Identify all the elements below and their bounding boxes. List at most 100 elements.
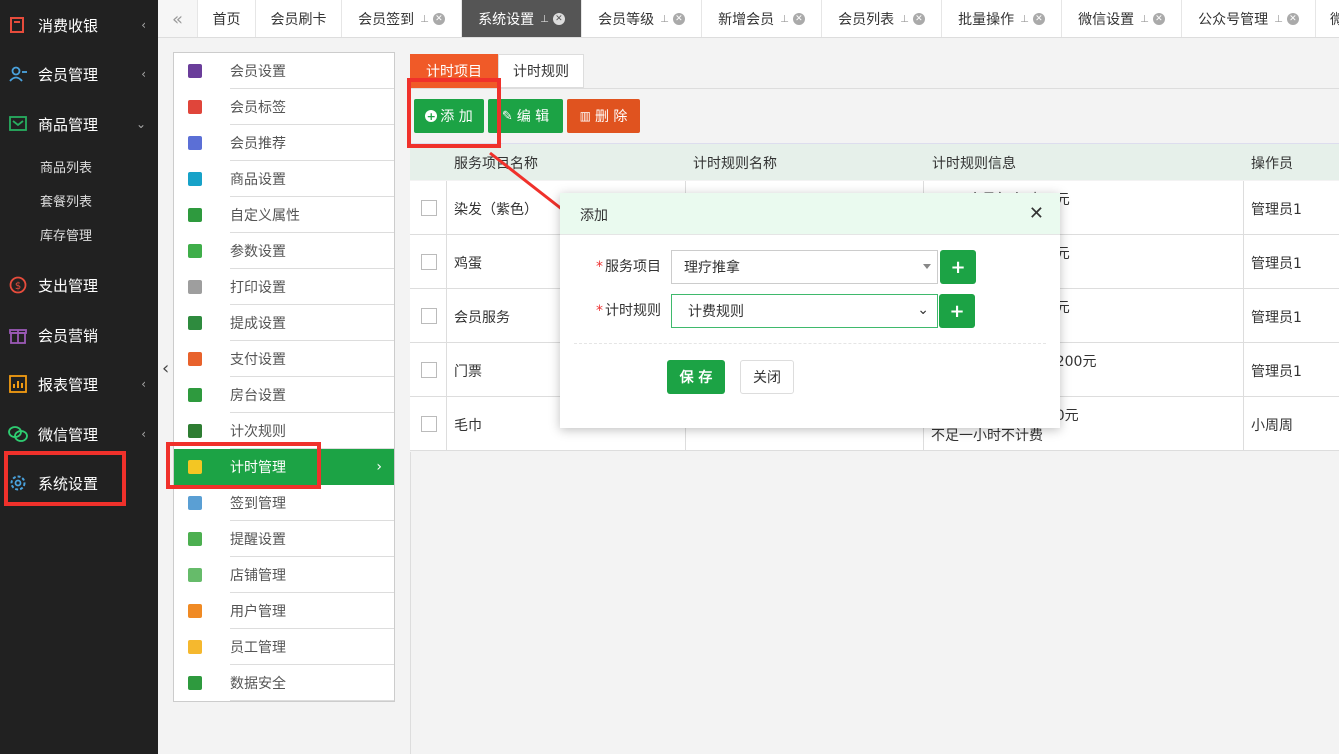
tab-home[interactable]: 首页	[198, 0, 256, 37]
field-label: 服务项目	[605, 259, 661, 275]
column-divider	[1243, 235, 1244, 289]
row-checkbox[interactable]	[421, 308, 437, 324]
settings-menu-item[interactable]: 提醒设置	[174, 521, 394, 557]
settings-menu-item[interactable]: 参数设置	[174, 233, 394, 269]
service-item-label: * 服务项目	[596, 256, 661, 276]
members-icon	[8, 64, 28, 84]
settings-menu-item[interactable]: 数据安全	[174, 665, 394, 701]
settings-menu-item[interactable]: 会员标签	[174, 89, 394, 125]
settings-item-label: 店铺管理	[230, 568, 286, 584]
sidebar-item-label: 微信管理	[38, 425, 99, 444]
close-icon[interactable]: ✕	[912, 13, 925, 25]
sidebar-item-members[interactable]: 会员管理 ‹	[0, 50, 158, 98]
settings-item-icon	[188, 208, 202, 222]
settings-item-icon	[188, 388, 202, 402]
row-checkbox[interactable]	[421, 362, 437, 378]
service-name-cell: 门票	[454, 364, 482, 380]
tab-wechat-settings[interactable]: 微信设置 ⊥ ✕	[1062, 0, 1182, 37]
sidebar-item-cashier[interactable]: 消费收银 ‹	[0, 1, 158, 49]
close-icon[interactable]: ✕	[792, 13, 805, 25]
settings-item-icon	[188, 280, 202, 294]
tab-system-settings[interactable]: 系统设置 ⊥ ✕	[462, 0, 582, 37]
close-icon[interactable]: ✕	[1286, 13, 1299, 25]
settings-menu-item[interactable]: 用户管理	[174, 593, 394, 629]
operator-cell: 管理员1	[1251, 202, 1302, 218]
service-item-select[interactable]: 理疗推拿	[671, 250, 938, 284]
main-sidebar: 消费收银 ‹ 会员管理 ‹ 商品管理 ⌄ 商品列表 套餐列表 库存管理 $ 支出…	[0, 0, 158, 754]
settings-menu-item[interactable]: 房台设置	[174, 377, 394, 413]
pin-icon[interactable]: ⊥	[1140, 14, 1149, 25]
column-header-rule-name: 计时规则名称	[693, 156, 777, 172]
delete-button[interactable]: ▥ 删 除	[567, 99, 640, 133]
tab-member-checkin[interactable]: 会员签到 ⊥ ✕	[342, 0, 462, 37]
pin-icon[interactable]: ⊥	[900, 14, 909, 25]
settings-menu-item[interactable]: 会员设置	[174, 53, 394, 89]
settings-menu-item[interactable]: 提成设置	[174, 305, 394, 341]
tab-new-member[interactable]: 新增会员 ⊥ ✕	[702, 0, 822, 37]
settings-item-label: 员工管理	[230, 640, 286, 656]
pin-icon[interactable]: ⊥	[660, 14, 669, 25]
tab-label: 会员刷卡	[270, 12, 327, 28]
settings-menu-item[interactable]: 支付设置	[174, 341, 394, 377]
close-icon[interactable]: ✕	[672, 13, 685, 25]
settings-item-icon	[188, 136, 202, 150]
column-divider	[446, 181, 447, 235]
tab-member-level[interactable]: 会员等级 ⊥ ✕	[582, 0, 702, 37]
timing-rule-select[interactable]: 计费规则 ⌄	[671, 294, 938, 328]
pin-icon[interactable]: ⊥	[1274, 14, 1283, 25]
tab-member-list[interactable]: 会员列表 ⊥ ✕	[822, 0, 942, 37]
tab-official-account[interactable]: 公众号管理 ⊥ ✕	[1182, 0, 1316, 37]
settings-item-icon	[188, 244, 202, 258]
sidebar-subitem-package-list[interactable]: 套餐列表	[40, 191, 92, 210]
sidebar-item-expense[interactable]: $ 支出管理	[0, 261, 158, 309]
pin-icon[interactable]: ⊥	[420, 14, 429, 25]
settings-menu-item[interactable]: 签到管理	[174, 485, 394, 521]
tab-wechat-more[interactable]: 微	[1316, 0, 1339, 37]
sidebar-item-reports[interactable]: 报表管理 ‹	[0, 360, 158, 408]
sidebar-subitem-goods-list[interactable]: 商品列表	[40, 157, 92, 176]
pin-icon[interactable]: ⊥	[780, 14, 789, 25]
row-checkbox[interactable]	[421, 254, 437, 270]
pin-icon[interactable]: ⊥	[1020, 14, 1029, 25]
sidebar-item-marketing[interactable]: 会员营销	[0, 311, 158, 359]
tab-label: 会员等级	[598, 12, 655, 28]
settings-menu-item[interactable]: 打印设置	[174, 269, 394, 305]
sidebar-item-goods[interactable]: 商品管理 ⌄	[0, 100, 158, 148]
close-icon[interactable]: ✕	[552, 13, 565, 25]
settings-menu-item[interactable]: 会员推荐	[174, 125, 394, 161]
settings-menu-item[interactable]: 员工管理	[174, 629, 394, 665]
settings-item-icon	[188, 640, 202, 654]
tab-label: 批量操作	[958, 12, 1015, 28]
sidebar-subitem-stock[interactable]: 库存管理	[40, 225, 92, 244]
tab-scroll-left-button[interactable]: «	[158, 0, 198, 37]
tab-member-card[interactable]: 会员刷卡	[256, 0, 342, 37]
settings-item-label: 会员推荐	[230, 136, 286, 152]
row-checkbox[interactable]	[421, 200, 437, 216]
dialog-title: 添加	[580, 208, 608, 224]
tab-timed-rules[interactable]: 计时规则	[498, 54, 584, 88]
divider	[230, 700, 394, 701]
pin-icon[interactable]: ⊥	[540, 14, 549, 25]
close-icon[interactable]: ✕	[432, 13, 445, 25]
close-button[interactable]: 关闭	[740, 360, 794, 394]
settings-item-label: 房台设置	[230, 388, 286, 404]
add-timing-rule-button[interactable]: +	[939, 294, 975, 328]
tab-batch-operations[interactable]: 批量操作 ⊥ ✕	[942, 0, 1062, 37]
annotation-box-timing	[166, 442, 321, 489]
close-icon[interactable]: ✕	[1029, 203, 1044, 224]
add-service-item-button[interactable]: +	[940, 250, 976, 284]
settings-item-icon	[188, 100, 202, 114]
operator-cell: 管理员1	[1251, 364, 1302, 380]
settings-menu-item[interactable]: 商品设置	[174, 161, 394, 197]
collapse-menu-button[interactable]: ‹	[162, 358, 169, 379]
settings-menu-item[interactable]: 自定义属性	[174, 197, 394, 233]
close-icon[interactable]: ✕	[1032, 13, 1045, 25]
settings-item-icon	[188, 496, 202, 510]
tab-label: 首页	[212, 12, 241, 28]
save-button[interactable]: 保 存	[667, 360, 725, 394]
tab-label: 公众号管理	[1198, 12, 1269, 28]
row-checkbox[interactable]	[421, 416, 437, 432]
settings-menu-item[interactable]: 店铺管理	[174, 557, 394, 593]
settings-item-label: 支付设置	[230, 352, 286, 368]
close-icon[interactable]: ✕	[1152, 13, 1165, 25]
